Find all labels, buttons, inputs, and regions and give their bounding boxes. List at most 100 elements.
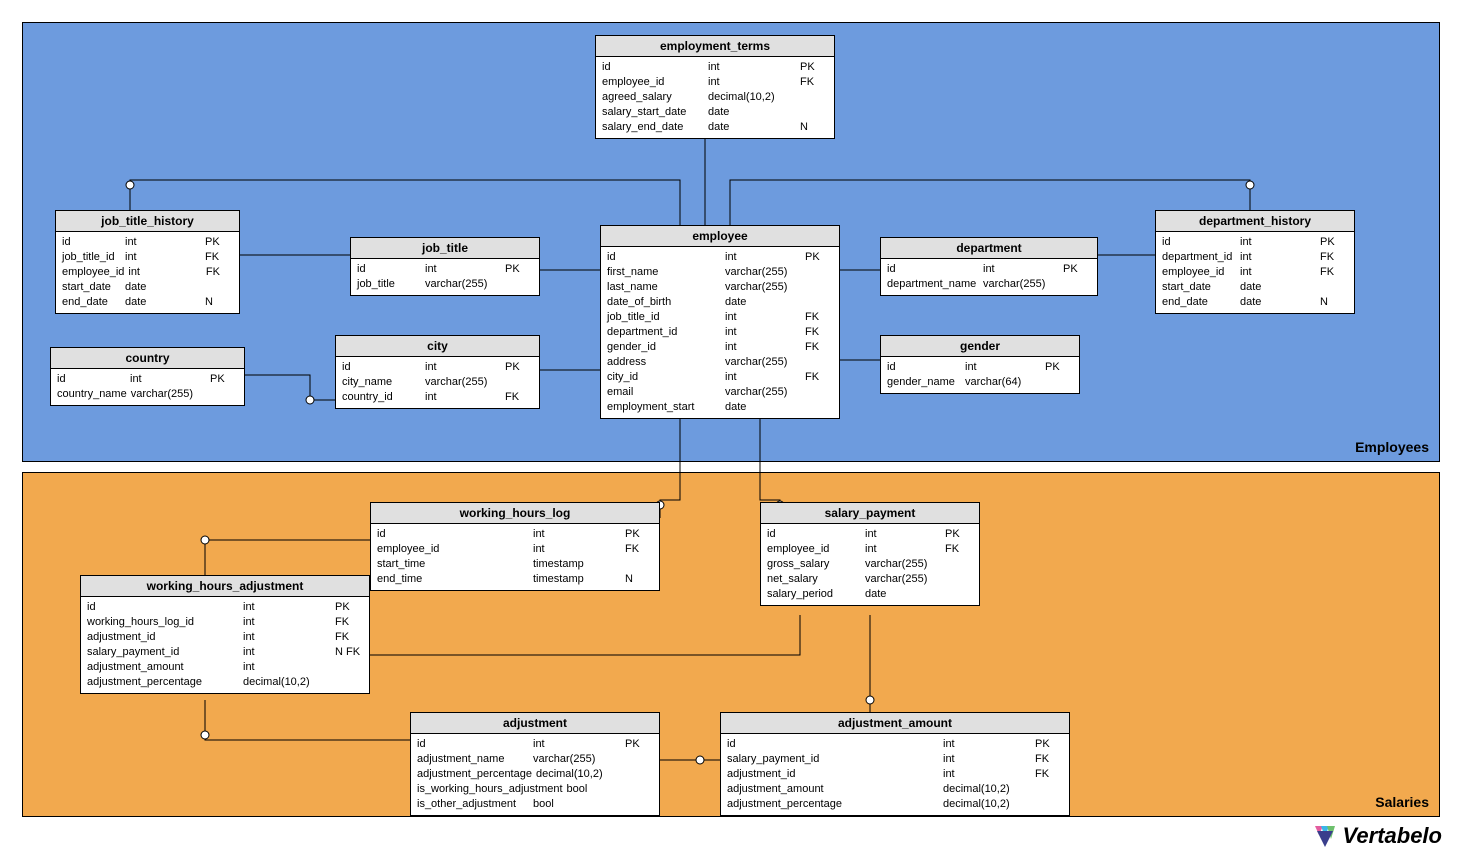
column-row: addressvarchar(255) bbox=[607, 355, 833, 370]
table-body: idintPKdepartment_namevarchar(255) bbox=[881, 259, 1097, 295]
table-salary-payment[interactable]: salary_payment idintPKemployee_idintFKgr… bbox=[760, 502, 980, 606]
column-row: employee_idintFK bbox=[1162, 265, 1348, 280]
vertabelo-logo: Vertabelo bbox=[1311, 823, 1442, 849]
table-title: working_hours_log bbox=[371, 503, 659, 524]
table-body: idintPKemployee_idintFKstart_timetimesta… bbox=[371, 524, 659, 590]
table-department[interactable]: department idintPKdepartment_namevarchar… bbox=[880, 237, 1098, 296]
column-type: int bbox=[721, 325, 803, 340]
column-row: is_other_adjustmentbool bbox=[417, 797, 653, 812]
column-row: adjustment_idintFK bbox=[87, 630, 363, 645]
region-salaries-label: Salaries bbox=[1375, 794, 1429, 810]
table-department-history[interactable]: department_history idintPKdepartment_idi… bbox=[1155, 210, 1355, 314]
table-adjustment-amount[interactable]: adjustment_amount idintPKsalary_payment_… bbox=[720, 712, 1070, 816]
table-title: adjustment_amount bbox=[721, 713, 1069, 734]
column-name: address bbox=[607, 355, 721, 370]
column-row: gender_namevarchar(64) bbox=[887, 375, 1073, 390]
column-row: idintPK bbox=[887, 360, 1073, 375]
column-key: PK bbox=[798, 60, 828, 75]
column-row: agreed_salarydecimal(10,2) bbox=[602, 90, 828, 105]
column-row: idintPK bbox=[887, 262, 1091, 277]
column-row: city_idintFK bbox=[607, 370, 833, 385]
column-row: is_working_hours_adjustmentbool bbox=[417, 782, 653, 797]
column-row: date_of_birthdate bbox=[607, 295, 833, 310]
column-name: email bbox=[607, 385, 721, 400]
column-key: PK bbox=[1061, 262, 1091, 277]
column-type: varchar(255) bbox=[529, 752, 623, 767]
column-row: adjustment_percentagedecimal(10,2) bbox=[417, 767, 653, 782]
table-body: idintPKemployee_idintFKgross_salaryvarch… bbox=[761, 524, 979, 605]
column-type: int bbox=[421, 390, 503, 405]
column-key: PK bbox=[208, 372, 238, 387]
column-type: int bbox=[1236, 250, 1318, 265]
column-name: id bbox=[767, 527, 861, 542]
column-key: PK bbox=[803, 250, 833, 265]
column-key bbox=[1033, 782, 1063, 797]
column-name: id bbox=[727, 737, 939, 752]
table-country[interactable]: country idintPKcountry_namevarchar(255) bbox=[50, 347, 245, 406]
table-employee[interactable]: employee idintPKfirst_namevarchar(255)la… bbox=[600, 225, 840, 419]
column-type: int bbox=[704, 60, 798, 75]
column-row: idintPK bbox=[57, 372, 238, 387]
table-employment-terms[interactable]: employment_terms idintPKemployee_idintFK… bbox=[595, 35, 835, 139]
column-key: FK bbox=[623, 542, 653, 557]
column-key bbox=[503, 277, 533, 292]
column-row: salary_start_datedate bbox=[602, 105, 828, 120]
table-city[interactable]: city idintPKcity_namevarchar(255)country… bbox=[335, 335, 540, 409]
column-type: varchar(255) bbox=[721, 280, 803, 295]
column-type: int bbox=[721, 340, 803, 355]
table-title: department bbox=[881, 238, 1097, 259]
column-key: FK bbox=[503, 390, 533, 405]
column-key: FK bbox=[203, 250, 233, 265]
column-name: id bbox=[887, 360, 961, 375]
table-job-title[interactable]: job_title idintPKjob_titlevarchar(255) bbox=[350, 237, 540, 296]
column-key: PK bbox=[1033, 737, 1063, 752]
column-type: date bbox=[121, 280, 203, 295]
column-name: salary_period bbox=[767, 587, 861, 602]
column-type: int bbox=[721, 370, 803, 385]
table-title: working_hours_adjustment bbox=[81, 576, 369, 597]
table-title: department_history bbox=[1156, 211, 1354, 232]
table-adjustment[interactable]: adjustment idintPKadjustment_namevarchar… bbox=[410, 712, 660, 816]
table-gender[interactable]: gender idintPKgender_namevarchar(64) bbox=[880, 335, 1080, 394]
column-name: net_salary bbox=[767, 572, 861, 587]
column-type: date bbox=[721, 295, 803, 310]
table-working-hours-adjustment[interactable]: working_hours_adjustment idintPKworking_… bbox=[80, 575, 370, 694]
column-row: employee_idintFK bbox=[602, 75, 828, 90]
column-type: varchar(255) bbox=[861, 557, 943, 572]
column-name: adjustment_amount bbox=[727, 782, 939, 797]
column-name: employee_id bbox=[62, 265, 124, 280]
column-name: salary_start_date bbox=[602, 105, 704, 120]
column-row: idintPK bbox=[377, 527, 653, 542]
column-row: working_hours_log_idintFK bbox=[87, 615, 363, 630]
column-name: gender_id bbox=[607, 340, 721, 355]
column-key: PK bbox=[203, 235, 233, 250]
table-job-title-history[interactable]: job_title_history idintPKjob_title_idint… bbox=[55, 210, 240, 314]
column-name: id bbox=[887, 262, 979, 277]
column-type: date bbox=[1236, 280, 1318, 295]
column-key: FK bbox=[803, 370, 833, 385]
column-row: department_namevarchar(255) bbox=[887, 277, 1091, 292]
column-name: end_time bbox=[377, 572, 529, 587]
column-row: end_datedateN bbox=[1162, 295, 1348, 310]
column-name: country_id bbox=[342, 390, 421, 405]
column-name: employee_id bbox=[1162, 265, 1236, 280]
column-name: salary_payment_id bbox=[727, 752, 939, 767]
column-type: varchar(255) bbox=[721, 355, 803, 370]
column-name: gender_name bbox=[887, 375, 961, 390]
column-key bbox=[624, 767, 653, 782]
column-key bbox=[798, 90, 828, 105]
column-type: int bbox=[121, 250, 203, 265]
column-type: int bbox=[529, 527, 623, 542]
column-key: PK bbox=[503, 262, 533, 277]
table-title: city bbox=[336, 336, 539, 357]
column-type: int bbox=[126, 372, 208, 387]
column-type: varchar(255) bbox=[421, 277, 503, 292]
table-working-hours-log[interactable]: working_hours_log idintPKemployee_idintF… bbox=[370, 502, 660, 591]
column-name: country_name bbox=[57, 387, 127, 402]
column-key: PK bbox=[1318, 235, 1348, 250]
column-type: decimal(10,2) bbox=[704, 90, 798, 105]
column-key: FK bbox=[333, 630, 363, 645]
table-title: job_title bbox=[351, 238, 539, 259]
column-name: agreed_salary bbox=[602, 90, 704, 105]
column-row: gross_salaryvarchar(255) bbox=[767, 557, 973, 572]
